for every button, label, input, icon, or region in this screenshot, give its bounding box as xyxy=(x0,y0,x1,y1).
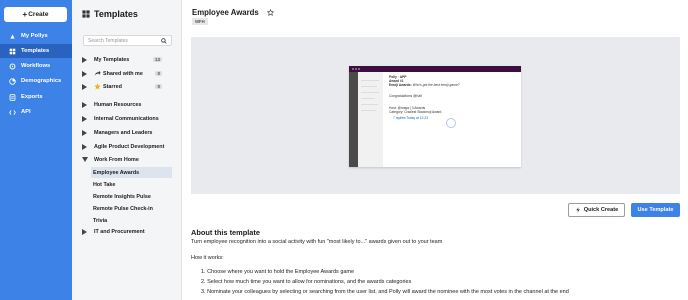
plus-icon: + xyxy=(22,9,28,19)
tree-item-starred[interactable]: Starred 0 xyxy=(82,81,178,92)
tree-item-label: Human Resources xyxy=(94,101,142,108)
template-item-label: Remote Insights Pulse xyxy=(93,193,151,200)
about-heading: About this template xyxy=(191,228,260,237)
caret-down-icon xyxy=(82,157,88,162)
create-button[interactable]: + Create xyxy=(4,7,67,22)
count-badge: 0 xyxy=(155,84,162,89)
template-preview: Polly · APP Award #1 Emoji Awards: Who's… xyxy=(191,37,680,194)
templates-heading-label: Templates xyxy=(94,9,138,19)
category-tag: WFH xyxy=(192,18,208,25)
tree-item-label: Starred xyxy=(103,83,122,90)
tree-item-label: Managers and Leaders xyxy=(94,129,153,136)
template-item-label: Remote Pulse Check-in xyxy=(93,205,153,212)
nav-item-label: My Pollys xyxy=(21,33,48,39)
tree-item-label: Agile Product Development xyxy=(94,143,165,150)
tree-item-my-templates[interactable]: My Templates 13 xyxy=(82,54,178,65)
use-template-label: Use Template xyxy=(637,207,674,213)
nav-item-exports[interactable]: Exports xyxy=(0,90,72,104)
caret-right-icon xyxy=(82,129,87,136)
tree-item-it-and-procurement[interactable]: IT and Procurement xyxy=(82,226,178,237)
create-button-label: Create xyxy=(28,11,49,18)
template-title: Employee Awards xyxy=(192,8,259,17)
tree-item-managers-and-leaders[interactable]: Managers and Leaders xyxy=(82,127,178,138)
caret-right-icon xyxy=(82,115,87,122)
tree-item-label: Work From Home xyxy=(94,156,139,163)
tree-item-label: Shared with me xyxy=(103,70,143,77)
template-item-hot-take[interactable]: Hot Take xyxy=(91,179,172,190)
count-badge: 13 xyxy=(152,57,162,62)
caret-right-icon xyxy=(82,228,87,235)
left-nav: + Create My Pollys Templates Workflows D… xyxy=(0,0,72,300)
preview-line-2: Emoji Awards: Who's got the best emoji g… xyxy=(389,83,460,87)
count-badge: 0 xyxy=(155,71,162,76)
caret-right-icon xyxy=(82,143,87,150)
demographics-icon xyxy=(9,77,16,85)
tree-item-agile-product-development[interactable]: Agile Product Development xyxy=(82,141,178,152)
caret-right-icon xyxy=(82,83,87,90)
template-item-employee-awards[interactable]: Employee Awards xyxy=(91,167,172,178)
tree-item-shared-with-me[interactable]: Shared with me 0 xyxy=(82,68,178,79)
nav-item-workflows[interactable]: Workflows xyxy=(0,59,72,73)
templates-icon xyxy=(82,10,90,18)
preview-screenshot: Polly · APP Award #1 Emoji Awards: Who's… xyxy=(349,66,521,167)
quick-create-label: Quick Create xyxy=(583,207,619,213)
nav-item-label: Exports xyxy=(21,94,43,100)
templates-icon xyxy=(9,48,16,55)
nav-item-api[interactable]: API xyxy=(0,105,72,119)
tree-item-human-resources[interactable]: Human Resources xyxy=(82,99,178,110)
nav-item-demographics[interactable]: Demographics xyxy=(0,74,72,88)
use-template-button[interactable]: Use Template xyxy=(631,203,680,217)
template-item-label: Employee Awards xyxy=(93,169,140,176)
api-icon xyxy=(9,109,16,116)
tree-item-label: IT and Procurement xyxy=(94,228,145,235)
nav-item-templates[interactable]: Templates xyxy=(0,44,72,58)
lightning-icon xyxy=(575,207,580,213)
star-outline-icon[interactable] xyxy=(266,9,274,16)
tree-item-label: Internal Communications xyxy=(94,115,159,122)
step-item: 3. Nominate your colleagues by selecting… xyxy=(201,289,569,295)
tree-item-internal-communications[interactable]: Internal Communications xyxy=(82,113,178,124)
tree-item-label: My Templates xyxy=(94,56,130,63)
nav-item-label: Workflows xyxy=(21,63,51,69)
step-item: 1. Choose where you want to hold the Emp… xyxy=(201,269,355,275)
nav-item-my-pollys[interactable]: My Pollys xyxy=(0,29,72,43)
preview-line-3: Congratulations @Kat! xyxy=(389,94,423,98)
page-title: Employee Awards xyxy=(192,8,274,17)
caret-right-icon xyxy=(82,56,87,63)
template-item-trivia[interactable]: Trivia xyxy=(91,215,172,226)
nav-item-label: Templates xyxy=(21,48,50,54)
templates-sidebar: Templates Search Templates My Templates … xyxy=(72,0,182,300)
preview-line-6: 7 replies Today at 12:23 xyxy=(393,116,428,120)
how-it-works-label: How it works: xyxy=(191,255,224,261)
tree-item-work-from-home[interactable]: Work From Home xyxy=(82,154,178,165)
exports-icon xyxy=(9,93,16,101)
polly-icon xyxy=(9,33,16,40)
caret-right-icon xyxy=(82,70,87,77)
search-input[interactable]: Search Templates xyxy=(83,35,172,46)
template-item-remote-pulse-check-in[interactable]: Remote Pulse Check-in xyxy=(91,203,172,214)
template-item-label: Hot Take xyxy=(93,181,116,188)
star-icon xyxy=(94,83,101,90)
search-icon[interactable] xyxy=(161,38,167,44)
nav-item-label: Demographics xyxy=(21,78,62,84)
share-icon xyxy=(94,70,101,77)
template-intro: Turn employee recognition into a social … xyxy=(191,239,443,245)
caret-right-icon xyxy=(82,101,87,108)
nav-item-label: API xyxy=(21,109,31,115)
search-placeholder: Search Templates xyxy=(88,37,128,44)
step-item: 2. Select how much time you want to allo… xyxy=(201,279,412,285)
template-item-label: Trivia xyxy=(93,217,108,224)
workflows-icon xyxy=(9,63,16,70)
quick-create-button[interactable]: Quick Create xyxy=(568,203,625,217)
template-item-remote-insights-pulse[interactable]: Remote Insights Pulse xyxy=(91,191,172,202)
preview-line-5: Category: Craziest Slackmoji Award xyxy=(389,110,442,114)
highlight-circle xyxy=(446,118,456,128)
templates-heading: Templates xyxy=(82,9,138,19)
